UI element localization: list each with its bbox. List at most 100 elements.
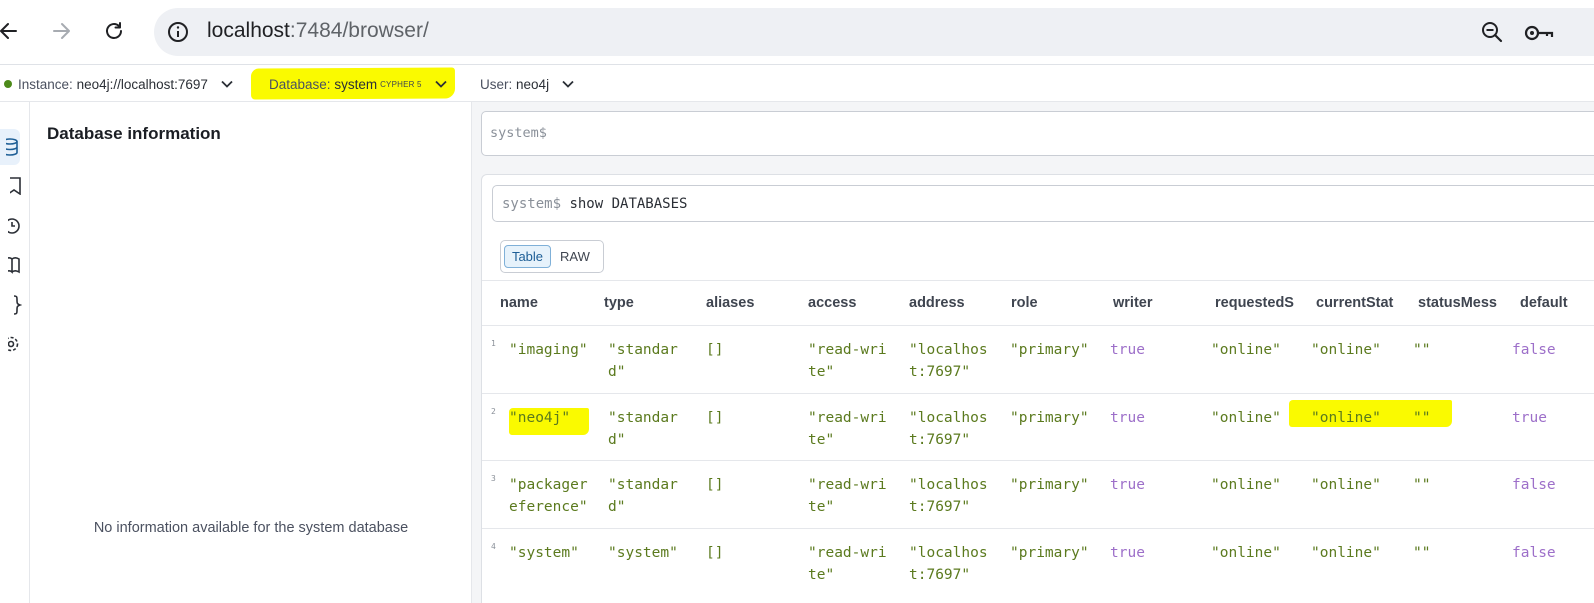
table-cell: "localhos t:7697": [909, 477, 988, 515]
connection-status-dot: [4, 80, 12, 88]
table-cell: "localhos t:7697": [909, 409, 988, 448]
frame-query-editor[interactable]: system$ show DATABASES: [492, 185, 1594, 222]
panel-title: Database information: [47, 124, 221, 143]
column-header[interactable]: default: [1520, 281, 1594, 325]
zoom-out-icon[interactable]: [1480, 20, 1504, 44]
column-header[interactable]: requestedS: [1215, 281, 1300, 325]
table-row: 4 "system" "system" [] "read-wri te" "localho…: [482, 527, 1594, 596]
table-cell: "online": [1311, 342, 1381, 358]
table-cell: "read-wri te": [808, 477, 887, 515]
connection-bar: Instance: neo4j://localhost:7697 Databas…: [0, 64, 1594, 102]
table-cell: "": [1413, 544, 1431, 561]
row-number: 4: [491, 541, 496, 551]
column-header[interactable]: writer: [1113, 281, 1208, 325]
table-cell: "": [1413, 477, 1431, 493]
sidebar-item-history[interactable]: [0, 211, 22, 241]
table-cell: true: [1512, 409, 1547, 426]
column-header[interactable]: role: [1011, 281, 1106, 325]
reload-button[interactable]: [97, 14, 131, 48]
chevron-down-icon: [562, 80, 574, 88]
table-cell: "online": [1211, 409, 1281, 426]
table-row: 3 "packager eference" "standar d" [] "read-w…: [482, 460, 1594, 528]
table-row: 2 "neo4j" "standar d" [] "read-wri te" "local…: [482, 392, 1594, 461]
table-cell: []: [706, 342, 724, 358]
result-frame: system$ show DATABASES Table RAW name ty…: [481, 174, 1594, 603]
sidebar-item-database[interactable]: [0, 129, 20, 165]
user-selector[interactable]: User: neo4j: [480, 65, 575, 103]
main-stream: system$ system$ show DATABASES Table RAW…: [472, 102, 1594, 603]
row-number: 1: [491, 339, 496, 348]
table-cell: "read-wri te": [808, 544, 887, 583]
database-info-panel: Database information No information avai…: [30, 102, 472, 603]
column-header[interactable]: address: [909, 281, 1004, 325]
table-cell: "online": [1211, 342, 1281, 358]
password-key-icon[interactable]: [1524, 22, 1554, 44]
address-bar[interactable]: localhost:7484/browser/: [154, 8, 1594, 56]
table-cell: "primary": [1010, 477, 1089, 493]
column-header[interactable]: name: [500, 281, 595, 325]
user-label: User:: [480, 76, 513, 92]
column-header[interactable]: type: [604, 281, 699, 325]
frame-query: show DATABASES: [569, 196, 688, 212]
table-cell: []: [706, 544, 724, 561]
table-cell: "read-wri te": [808, 409, 887, 448]
table-cell: "standar d": [608, 342, 678, 380]
table-cell: "online": [1211, 544, 1281, 561]
row-number: 3: [491, 474, 496, 483]
table-cell: false: [1512, 342, 1556, 358]
sidebar-item-guides[interactable]: [0, 250, 22, 280]
table-cell: "primary": [1010, 409, 1089, 426]
url-text[interactable]: localhost:7484/browser/: [207, 19, 429, 43]
table-cell: "localhos t:7697": [909, 342, 988, 380]
table-cell: "primary": [1010, 342, 1089, 358]
raw-view-button[interactable]: RAW: [560, 245, 590, 268]
sidebar-item-settings[interactable]: [0, 329, 22, 359]
table-cell: true: [1110, 544, 1145, 561]
database-value: system: [334, 76, 378, 92]
forward-button[interactable]: [44, 14, 78, 48]
instance-label: Instance:: [18, 76, 73, 92]
database-icon: [6, 138, 18, 156]
bookmark-icon: [10, 177, 21, 195]
table-cell: true: [1110, 477, 1145, 493]
reload-icon: [106, 22, 122, 39]
chevron-down-icon: [435, 80, 447, 88]
table-cell: true: [1110, 409, 1145, 426]
site-info-icon[interactable]: [166, 20, 190, 44]
sidebar-item-params[interactable]: [0, 290, 22, 320]
table-cell: "read-wri te": [808, 342, 887, 380]
table-view-button[interactable]: Table: [504, 245, 551, 268]
instance-value: neo4j://localhost:7697: [76, 76, 208, 92]
table-cell: "imaging": [509, 342, 588, 358]
url-host: localhost: [207, 19, 290, 42]
table-cell: "neo4j": [509, 409, 571, 426]
column-header[interactable]: aliases: [706, 281, 801, 325]
table-cell: "online": [1311, 409, 1381, 426]
sidebar-item-favorites[interactable]: [0, 171, 22, 201]
back-button[interactable]: [0, 14, 26, 48]
table-cell: "online": [1211, 477, 1281, 493]
table-cell: true: [1110, 342, 1145, 358]
cypher-version-badge: CYPHER 5: [380, 79, 422, 89]
editor-prompt: system$: [490, 125, 547, 141]
cypher-editor[interactable]: system$: [481, 111, 1594, 156]
table-cell: "": [1413, 409, 1431, 426]
instance-selector[interactable]: Instance: neo4j://localhost:7697: [4, 65, 234, 103]
url-path: :7484/browser/: [289, 19, 429, 42]
chevron-down-icon: [221, 80, 233, 88]
frame-query-line: system$ show DATABASES: [502, 196, 687, 212]
table-cell: "packager eference": [509, 477, 588, 515]
book-icon: [8, 257, 20, 274]
row-number: 2: [491, 406, 496, 416]
history-icon: [8, 218, 20, 234]
table-cell: false: [1512, 477, 1556, 493]
user-value: neo4j: [516, 76, 550, 92]
column-header[interactable]: access: [808, 281, 903, 325]
database-selector[interactable]: Database: system CYPHER 5: [269, 65, 448, 103]
braces-icon: [13, 295, 22, 315]
column-header[interactable]: currentStat: [1316, 281, 1402, 325]
table-cell: "primary": [1010, 544, 1089, 561]
column-header[interactable]: statusMess: [1418, 281, 1504, 325]
database-label: Database:: [269, 76, 331, 92]
table-cell: "": [1413, 342, 1431, 358]
